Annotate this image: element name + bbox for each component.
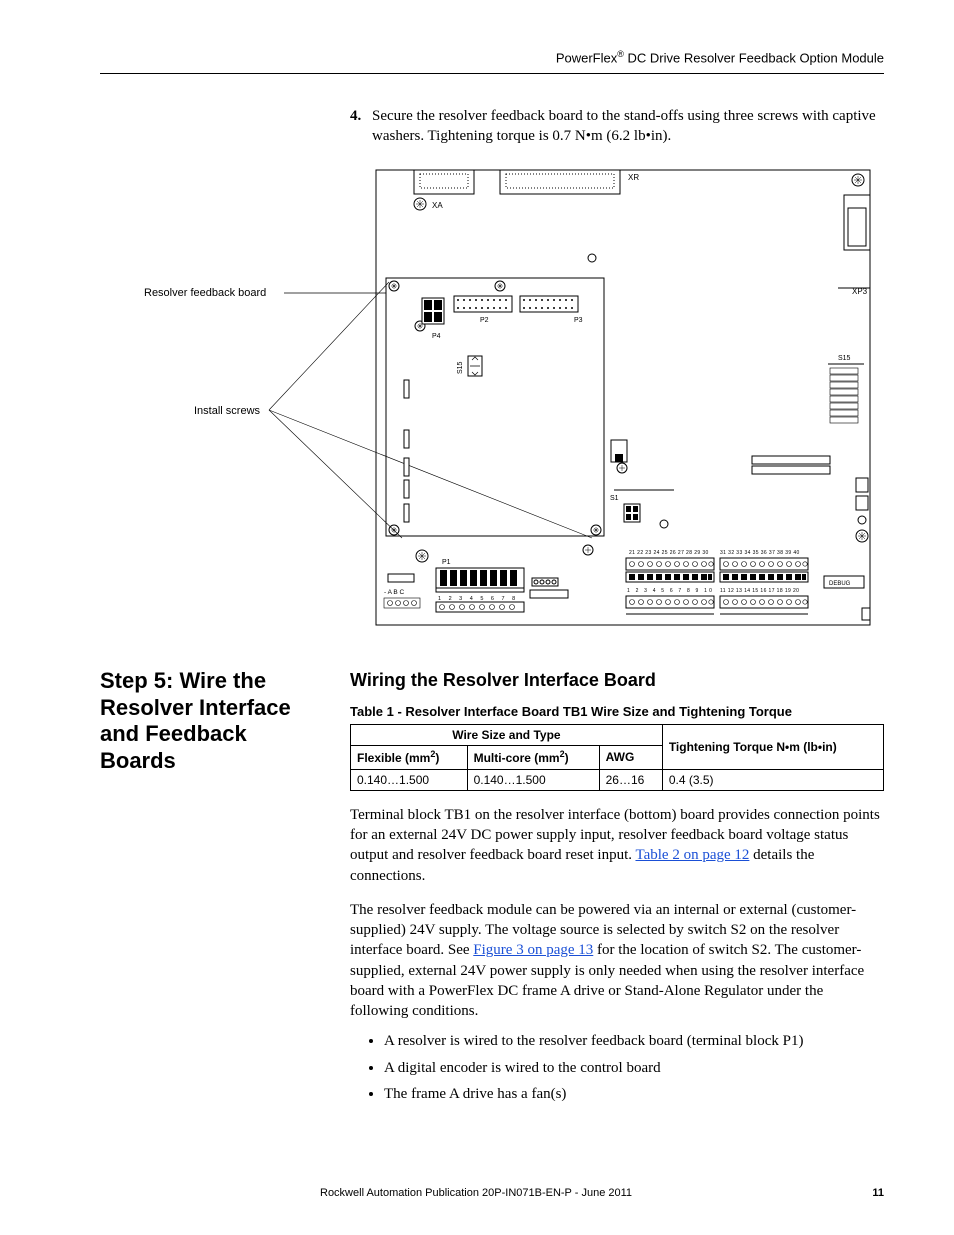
step5-heading: Step 5: Wire the Resolver Interface and … [100, 668, 320, 774]
board-diagram: XR XA XP3 Resolver feedback board Instal… [124, 160, 884, 630]
list-item: A resolver is wired to the resolver feed… [384, 1031, 884, 1051]
svg-text:31 32 33 34 35 36 37 38 39 40: 31 32 33 34 35 36 37 38 39 40 [720, 550, 800, 556]
table-row: 0.140…1.500 0.140…1.500 26…16 0.4 (3.5) [351, 769, 884, 790]
table1: Wire Size and Type Tightening Torque N•m… [350, 724, 884, 791]
label-install-screws: Install screws [194, 405, 261, 417]
page-number: 11 [872, 1186, 884, 1201]
label-xa: XA [432, 201, 443, 210]
registered-mark: ® [617, 49, 624, 59]
col-flexible: Flexible (mm2) [351, 746, 468, 769]
table1-title: Table 1 - Resolver Interface Board TB1 W… [350, 703, 884, 721]
link-table2[interactable]: Table 2 on page 12 [635, 847, 749, 863]
col-wire-group: Wire Size and Type [351, 725, 663, 746]
col-multicore: Multi-core (mm2) [467, 746, 599, 769]
label-p2: P2 [480, 317, 489, 324]
page-header: PowerFlex® DC Drive Resolver Feedback Op… [100, 48, 884, 74]
page-footer: Rockwell Automation Publication 20P-IN07… [100, 1186, 884, 1201]
label-abc: - A B C [384, 589, 405, 596]
header-product-suffix: DC Drive Resolver Feedback Option Module [624, 50, 884, 65]
label-p3: P3 [574, 317, 583, 324]
svg-text:21 22 23 24 25 26 27 28 29 30: 21 22 23 24 25 26 27 28 29 30 [629, 550, 709, 556]
svg-text:1 2 3 4 5 6 7 8: 1 2 3 4 5 6 7 8 [438, 596, 518, 602]
link-figure3[interactable]: Figure 3 on page 13 [473, 942, 593, 958]
step4-text: Secure the resolver feedback board to th… [372, 106, 884, 147]
label-s1: S1 [610, 495, 619, 502]
step4-block: 4. Secure the resolver feedback board to… [350, 106, 884, 631]
step5-subheading: Wiring the Resolver Interface Board [350, 668, 884, 692]
svg-text:1 2 3 4 5 6 7 8 9 10: 1 2 3 4 5 6 7 8 9 10 [627, 588, 714, 594]
step5-section: Step 5: Wire the Resolver Interface and … [100, 668, 884, 1110]
step5-para2: The resolver feedback module can be powe… [350, 900, 884, 1022]
label-p1: P1 [442, 559, 451, 566]
label-debug: DEBUG [829, 581, 851, 587]
label-resolver-board: Resolver feedback board [144, 287, 266, 299]
label-s15: S15 [838, 355, 851, 362]
col-torque: Tightening Torque N•m (lb•in) [662, 725, 883, 769]
svg-text:11 12 13 14 15 16 17 18 19 20: 11 12 13 14 15 16 17 18 19 20 [720, 588, 799, 594]
header-product-prefix: PowerFlex [556, 50, 617, 65]
list-item: A digital encoder is wired to the contro… [384, 1058, 884, 1078]
list-item: The frame A drive has a fan(s) [384, 1084, 884, 1104]
label-p4: P4 [432, 333, 441, 340]
col-awg: AWG [599, 746, 662, 769]
conditions-list: A resolver is wired to the resolver feed… [384, 1031, 884, 1104]
step5-para1: Terminal block TB1 on the resolver inter… [350, 805, 884, 886]
step4-number: 4. [350, 106, 372, 126]
label-s15v: S15 [457, 362, 464, 375]
footer-publication: Rockwell Automation Publication 20P-IN07… [320, 1186, 632, 1201]
label-xr: XR [628, 173, 639, 182]
